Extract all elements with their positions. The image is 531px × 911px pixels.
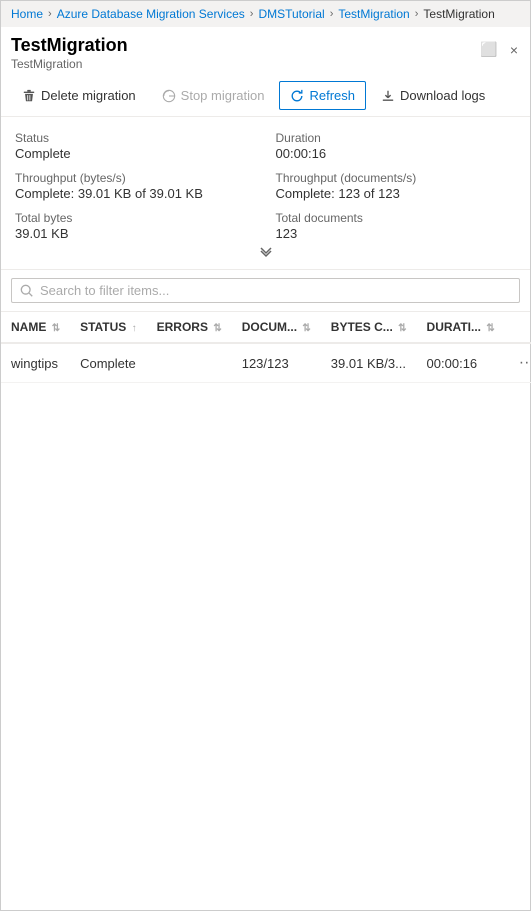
throughput-bytes-value: Complete: 39.01 KB of 39.01 KB <box>15 186 256 201</box>
delete-migration-button[interactable]: Delete migration <box>11 81 147 110</box>
refresh-label: Refresh <box>309 88 355 103</box>
cell-errors <box>147 343 232 383</box>
sort-icon-status: ↑ <box>132 323 137 334</box>
col-name[interactable]: NAME ⇅ <box>1 312 70 343</box>
breadcrumb-current: TestMigration <box>423 7 494 21</box>
total-docs-value: 123 <box>276 226 517 241</box>
search-bar <box>1 270 530 312</box>
sort-icon-docs: ⇅ <box>302 323 310 334</box>
duration-label: Duration <box>276 131 517 145</box>
header-title-area: TestMigration TestMigration <box>11 35 128 71</box>
total-docs-label: Total documents <box>276 211 517 225</box>
throughput-docs-value: Complete: 123 of 123 <box>276 186 517 201</box>
stop-migration-button[interactable]: Stop migration <box>151 81 276 110</box>
sort-icon-errors: ⇅ <box>213 323 221 334</box>
delete-migration-label: Delete migration <box>41 88 136 103</box>
collapse-button[interactable] <box>15 241 516 261</box>
cell-name: wingtips <box>1 343 70 383</box>
breadcrumb: Home › Azure Database Migration Services… <box>1 1 530 27</box>
sort-icon-duration: ⇅ <box>486 323 494 334</box>
duration-value: 00:00:16 <box>276 146 517 161</box>
total-bytes-value: 39.01 KB <box>15 226 256 241</box>
col-bytes[interactable]: BYTES C... ⇅ <box>321 312 417 343</box>
col-actions <box>505 312 531 343</box>
table-row: wingtips Complete 123/123 39.01 KB/3... … <box>1 343 531 383</box>
page-header: TestMigration TestMigration ⬜ × <box>1 27 530 75</box>
col-documents[interactable]: DOCUM... ⇅ <box>232 312 321 343</box>
total-bytes-label: Total bytes <box>15 211 256 225</box>
cell-status: Complete <box>70 343 147 383</box>
sort-icon-bytes: ⇅ <box>398 323 406 334</box>
status-item: Status Complete <box>15 131 256 161</box>
page-subtitle: TestMigration <box>11 57 128 71</box>
breadcrumb-dmstutorial[interactable]: DMSTutorial <box>258 7 324 21</box>
download-logs-button[interactable]: Download logs <box>370 81 496 110</box>
info-panel: Status Complete Duration 00:00:16 Throug… <box>1 117 530 270</box>
stop-migration-label: Stop migration <box>181 88 265 103</box>
status-label: Status <box>15 131 256 145</box>
total-docs-item: Total documents 123 <box>276 211 517 241</box>
col-status[interactable]: STATUS ↑ <box>70 312 147 343</box>
row-more-button[interactable]: ··· <box>515 352 531 374</box>
table-header-row: NAME ⇅ STATUS ↑ ERRORS ⇅ DOCUM... ⇅ BYTE… <box>1 312 531 343</box>
stop-icon <box>162 89 176 103</box>
cell-row-actions: ··· <box>505 343 531 383</box>
download-icon <box>381 89 395 103</box>
throughput-bytes-label: Throughput (bytes/s) <box>15 171 256 185</box>
throughput-docs-label: Throughput (documents/s) <box>276 171 517 185</box>
refresh-icon <box>290 89 304 103</box>
total-bytes-item: Total bytes 39.01 KB <box>15 211 256 241</box>
throughput-docs-item: Throughput (documents/s) Complete: 123 o… <box>276 171 517 201</box>
sort-icon-name: ⇅ <box>52 323 60 334</box>
resize-button[interactable]: ⬜ <box>478 39 499 60</box>
close-button[interactable]: × <box>508 40 520 60</box>
breadcrumb-testmigration-parent[interactable]: TestMigration <box>338 7 409 21</box>
download-logs-label: Download logs <box>400 88 485 103</box>
search-icon <box>20 284 34 298</box>
data-table: NAME ⇅ STATUS ↑ ERRORS ⇅ DOCUM... ⇅ BYTE… <box>1 312 531 383</box>
status-value: Complete <box>15 146 256 161</box>
refresh-button[interactable]: Refresh <box>279 81 366 110</box>
search-input[interactable] <box>40 283 511 298</box>
breadcrumb-home[interactable]: Home <box>11 7 43 21</box>
cell-bytes: 39.01 KB/3... <box>321 343 417 383</box>
toolbar: Delete migration Stop migration Refresh … <box>1 75 530 117</box>
data-table-container: NAME ⇅ STATUS ↑ ERRORS ⇅ DOCUM... ⇅ BYTE… <box>1 312 530 383</box>
info-grid: Status Complete Duration 00:00:16 Throug… <box>15 131 516 241</box>
duration-item: Duration 00:00:16 <box>276 131 517 161</box>
delete-icon <box>22 89 36 103</box>
col-duration[interactable]: DURATI... ⇅ <box>417 312 505 343</box>
throughput-bytes-item: Throughput (bytes/s) Complete: 39.01 KB … <box>15 171 256 201</box>
breadcrumb-dms[interactable]: Azure Database Migration Services <box>57 7 245 21</box>
cell-documents: 123/123 <box>232 343 321 383</box>
cell-duration: 00:00:16 <box>417 343 505 383</box>
col-errors[interactable]: ERRORS ⇅ <box>147 312 232 343</box>
search-input-wrap <box>11 278 520 303</box>
page-title: TestMigration <box>11 35 128 56</box>
header-actions: ⬜ × <box>478 35 520 60</box>
